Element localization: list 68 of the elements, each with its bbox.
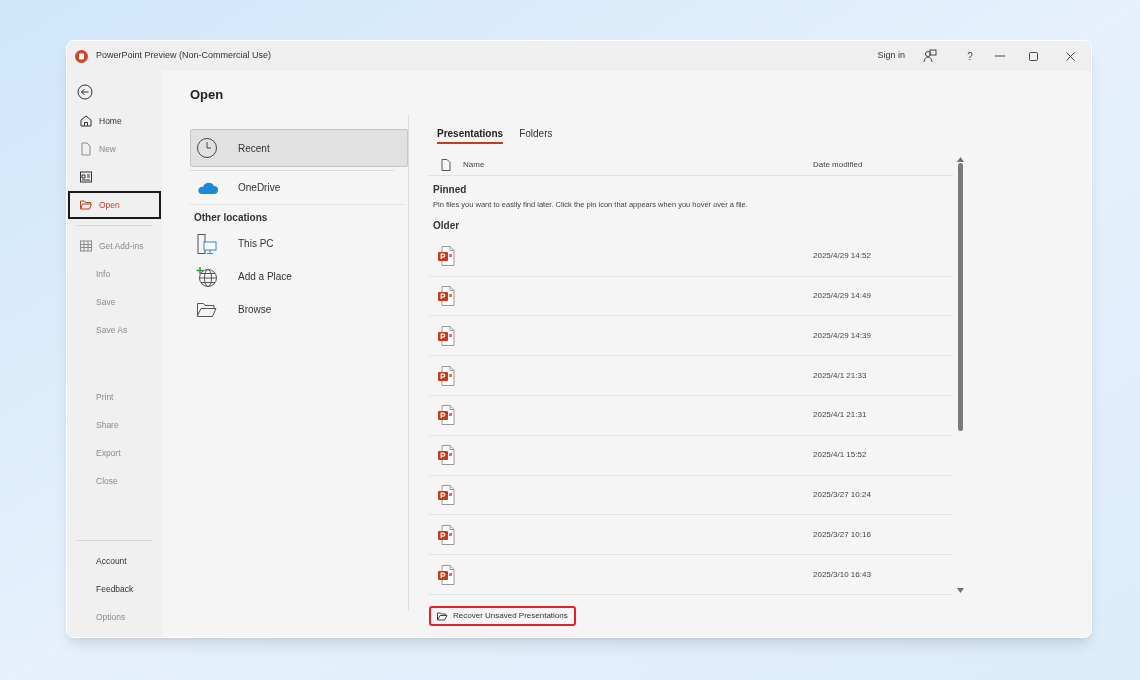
column-header: Name — [463, 158, 486, 171]
sidebar-item[interactable]: Account — [68, 547, 161, 575]
scroll-up-icon[interactable] — [956, 157, 964, 162]
scrollbar[interactable] — [955, 157, 965, 593]
close-icon — [1066, 51, 1075, 61]
presentation-file-icon — [437, 524, 455, 545]
file-row[interactable]: 2025/4/1 15:52 — [429, 435, 953, 476]
date-modified: 2025/3/27 10:16 — [813, 528, 872, 541]
page-heading: Open — [190, 86, 225, 104]
scroll-down-icon[interactable] — [956, 588, 964, 593]
document-icon — [441, 158, 451, 171]
date-modified: 2025/4/1 21:31 — [813, 409, 868, 422]
location-item[interactable]: Recent — [190, 129, 408, 167]
grid-icon — [79, 239, 93, 253]
file-row[interactable]: 2025/4/29 14:49 — [429, 276, 953, 317]
date-modified: 2025/4/29 14:52 — [813, 250, 872, 263]
file-row[interactable]: 2025/4/29 14:52 — [429, 236, 953, 277]
sidebar-item[interactable]: Home — [68, 107, 161, 135]
date-modified: 2025/4/29 14:49 — [813, 290, 872, 302]
globe-add-icon — [196, 265, 218, 288]
date-modified: 2025/4/1 15:52 — [813, 449, 868, 462]
home-icon — [79, 114, 93, 128]
computer-icon — [196, 232, 218, 255]
cloud-icon — [196, 180, 218, 195]
column-header: Date modified — [813, 158, 864, 171]
clock-icon — [196, 137, 218, 159]
template-icon — [79, 170, 93, 184]
date-modified: 2025/3/27 10:24 — [813, 489, 872, 501]
person-feedback-icon — [923, 49, 937, 63]
file-row[interactable]: 2025/4/1 21:33 — [429, 356, 953, 396]
tab[interactable]: Folders — [519, 124, 553, 144]
presentation-file-icon — [437, 286, 455, 306]
sign-in-button[interactable]: Sign in — [877, 49, 905, 63]
folder-icon — [79, 198, 93, 212]
file-row[interactable]: 2025/3/10 16:43 — [429, 555, 953, 595]
tab[interactable]: Presentations — [437, 124, 504, 144]
file-row[interactable]: 2025/3/27 10:16 — [429, 515, 953, 556]
group-title: Older — [432, 218, 461, 233]
presentation-file-icon — [437, 485, 455, 505]
folder-icon — [196, 300, 218, 319]
help-button[interactable]: ? — [955, 48, 985, 64]
date-modified: 2025/3/10 16:43 — [813, 568, 872, 581]
location-item[interactable]: Add a Place — [190, 260, 408, 293]
file-row[interactable]: 2025/3/27 10:24 — [429, 475, 953, 516]
group-title: Pinned — [432, 182, 468, 197]
document-icon — [79, 142, 93, 156]
presentation-file-icon — [437, 405, 455, 426]
file-row[interactable]: 2025/4/29 14:39 — [429, 316, 953, 357]
location-item[interactable]: This PC — [190, 227, 408, 260]
presentation-file-icon — [437, 325, 455, 346]
location-item[interactable]: Browse — [190, 293, 408, 326]
presentation-file-icon — [437, 365, 455, 386]
presentation-file-icon — [437, 445, 455, 466]
maximize-icon — [1029, 51, 1038, 61]
window-title: PowerPoint Preview (Non-Commercial Use) — [96, 49, 272, 63]
app-logo-icon — [75, 49, 88, 63]
presentation-file-icon — [437, 564, 455, 585]
presentation-file-icon — [437, 246, 455, 267]
date-modified: 2025/4/1 21:33 — [813, 369, 868, 382]
date-modified: 2025/4/29 14:39 — [813, 329, 872, 342]
file-row[interactable]: 2025/4/1 21:31 — [429, 396, 953, 436]
folder-icon — [437, 611, 448, 621]
sidebar-item[interactable]: Open — [68, 191, 161, 219]
sidebar-item[interactable]: Feedback — [68, 575, 161, 603]
recover-button[interactable]: Recover Unsaved Presentations — [429, 606, 576, 626]
minimize-icon — [995, 55, 1005, 57]
section-header: Other locations — [193, 211, 269, 225]
location-item[interactable]: OneDrive — [190, 171, 408, 204]
